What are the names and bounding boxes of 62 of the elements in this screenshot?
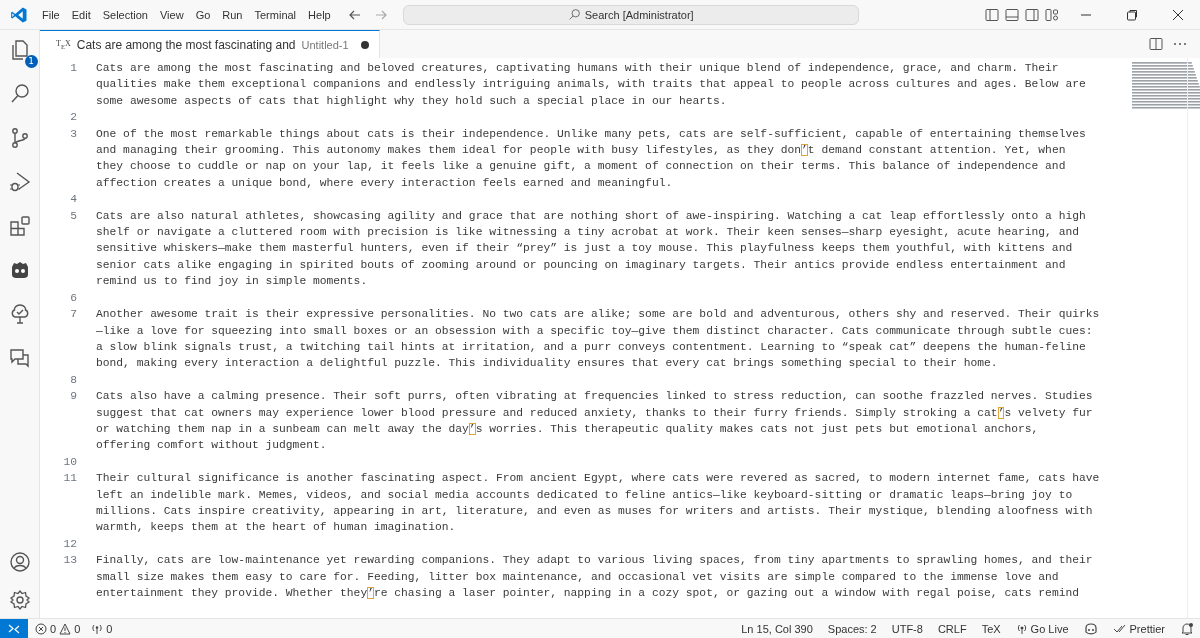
code-line: Cats also have a calming presence. Their soft purrs, often vibrating at frequencies linked to stress reduction, can soothe frazzled nerves. Studies suggest that cat owners may experience lower blood pressure and reduced anxiety, thanks to their furry friends. Simply stroking a cat’s velvety fur or watching them nap in a sunbeam can melt away the day’s worries. This therapeutic quality makes cats not just pets but emotional anchors, offering comfort without judgment. [96,389,1094,454]
editor-tab[interactable]: T$_{E}$X Cats are among the most fascinating and Untitled-1 [40,30,380,58]
chat-icon[interactable] [7,346,32,370]
line-number: 1 [69,61,77,76]
antenna-icon[interactable] [91,622,104,635]
search-icon [567,8,581,21]
status-item[interactable]: CRLF [931,622,973,635]
sidebar-toggle-icon[interactable] [984,6,1000,23]
code-editor-logo-icon [10,5,28,24]
line-number: 2 [69,110,77,126]
line-number: 3 [69,126,77,142]
double-check-icon [1112,622,1127,635]
line-number: 6 [69,290,77,306]
prettier-button[interactable]: Prettier [1106,622,1171,635]
bell-icon[interactable] [1180,621,1194,636]
extensions-icon[interactable] [7,214,32,238]
menu-item[interactable]: Edit [65,8,97,21]
line-number: 10 [62,454,77,470]
code-line: Cats are among the most fascinating and beloved creatures, captivating humans with their unique blend of independence, grace, and charm. Their qualities make them exceptional companions and endlessly intriguing animals, with traits that appeal to people across cultures and ages. Below are some awesome aspects of cats that highlight why they hold such a special place in our hearts. [96,61,1087,109]
warning-count[interactable]: 0 [74,622,81,635]
line-number: 13 [62,553,77,569]
line-number: 4 [69,192,77,208]
unsaved-dot-icon[interactable] [360,40,369,49]
code-line: Their cultural significance is another fascinating aspect. From ancient Egypt, where cats were revered as sacred, to modern internet fame, cats have left an indelible mark. Memes, videos, and social media accounts dedicated to feline antics—like keyboard-sitting or dramatic leaps—bring joy to millions. Cats inspire creativity, appearing in art, literature, and even as muses for writers and artists. Their mystique, blending aloofness with warmth, keeps them at the heart of human imagination. [96,471,1100,536]
error-icon[interactable] [35,622,47,635]
menu-item[interactable]: Run [216,8,249,21]
debug-run-icon[interactable] [7,170,32,194]
secondary-sidebar-toggle-icon[interactable] [1024,6,1040,23]
broadcast-icon [1015,622,1028,635]
status-item[interactable]: TeX [975,622,1007,635]
line-number: 12 [62,536,77,552]
warning-icon[interactable] [59,622,72,635]
menu-item[interactable]: Help [302,8,337,21]
status-item[interactable]: Spaces: 2 [821,622,883,635]
code-line: Finally, cats are low-maintenance yet rewarding companions. They adapt to various living spaces, from tiny apartments to sprawling homes, and their small size makes them easy to care for. Feeding, litter box maintenance, and occasional vet visits are simple compared to the immense love and entertainment they provide. Whether they’re chasing a laser pointer, napping in a cozy spot, or gazing out a window with regal poise, cats remind [96,553,1094,601]
notification-badge: 1 [24,55,38,68]
line-number: 7 [69,307,77,323]
code-line: Cats are also natural athletes, showcasing agility and grace that are nothing short of awe-inspiring. Watching a cat leap effortlessly onto a high shelf or navigate a cluttered room with precision is like witnessing a tiny acrobat at work. Their keen senses—sharp eyesight, acute hearing, and sensitive whiskers—make them masterful hunters, even if their “prey” is just a toy mouse. This playfulness keeps them youthful, with kittens and senior cats alike engaging in spirited bouts of zooming around or pouncing on imaginary targets. Their antics provide endless entertainment and remind us to find joy in simple moments. [96,208,1087,290]
line-number: 5 [69,208,77,224]
status-item[interactable]: UTF-8 [885,622,929,635]
code-line: Another awesome trait is their expressive personalities. No two cats are alike; some are bold and adventurous, others shy and reserved. Their quirks—like a love for squeezing into small boxes or an obsession with a specific toy—give them distinct character. Cats communicate through subtle cues: a slow blink signals trust, a twitching tail hints at irritation, and a purr conveys contentment. Learning to “speak cat” deepens the human-feline bond, making every interaction a delightful puzzle. This individuality ensures that every cat brings something special to their home. [96,307,1100,372]
line-number: 9 [69,389,77,405]
copilot-icon[interactable] [1083,621,1098,636]
menu-item[interactable]: File [36,8,66,21]
go-live-button[interactable]: Go Live [1009,622,1075,635]
menu-item[interactable]: View [153,8,190,21]
search-field[interactable]: Search [Administrator] [402,4,859,25]
line-number: 11 [62,471,77,487]
layout-icon[interactable] [1044,6,1060,23]
menu-item[interactable]: Terminal [248,8,303,21]
port-count[interactable]: 0 [106,622,113,635]
line-number: 8 [69,372,77,388]
minimap[interactable] [1132,60,1200,110]
code-line: One of the most remarkable things about cats is their independence. Unlike many pets, cats are self-sufficient, capable of entertaining themselves and managing their grooming. This autonomy makes them ideal for people with busy lifestyles, as they don’t demand constant attention. Yet, when they choose to cuddle or nap on your lap, it feels like a genuine gift, a moment of connection on their terms. This balance of independence and affection creates a unique bond, where every interaction feels earned and meaningful. [96,126,1087,191]
menu-item[interactable]: Selection [96,8,154,21]
panel-toggle-icon[interactable] [1004,6,1020,23]
remote-icon[interactable] [0,618,28,638]
account-icon[interactable] [7,550,32,574]
status-item[interactable]: Ln 15, Col 390 [735,622,819,635]
menu-item[interactable]: Go [189,8,217,21]
error-count[interactable]: 0 [50,622,57,635]
split-editor-icon[interactable] [1148,36,1164,52]
